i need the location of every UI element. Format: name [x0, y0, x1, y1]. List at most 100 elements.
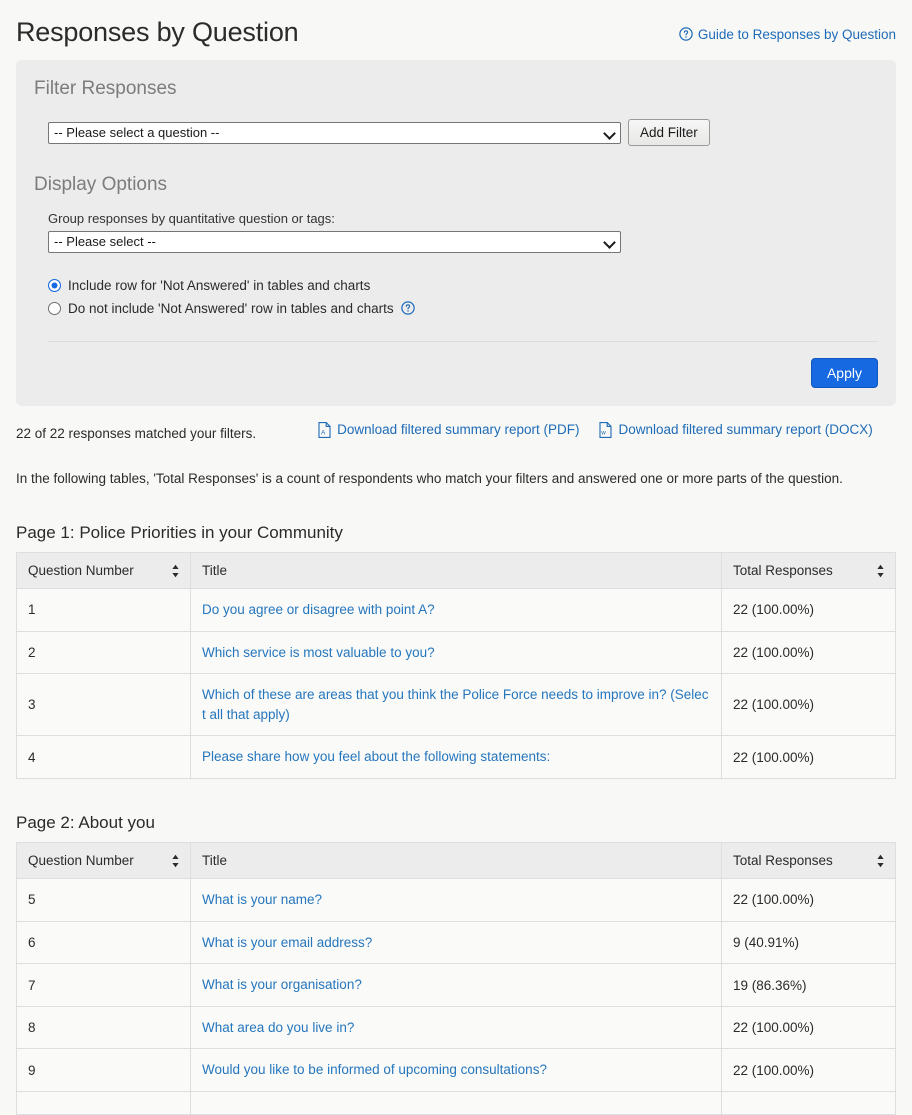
cell-total-responses: 22 (100.00%) [721, 630, 896, 675]
add-filter-button[interactable]: Add Filter [628, 119, 710, 147]
column-label: Total Responses [733, 853, 833, 869]
radio-include-not-answered[interactable] [48, 278, 61, 292]
filter-row: -- Please select a question -- Add Filte… [34, 119, 878, 147]
apply-button[interactable]: Apply [810, 357, 878, 388]
group-select[interactable]: -- Please select -- [48, 230, 621, 253]
column-label: Question Number [28, 853, 134, 869]
sort-icon [171, 854, 180, 868]
tables-note: In the following tables, 'Total Response… [16, 470, 843, 486]
table-row: 4 Please share how you feel about the fo… [16, 735, 896, 779]
cell-total-responses: 19 (86.36%) [721, 963, 896, 1007]
column-label: Title [202, 853, 228, 869]
pdf-file-icon: A [318, 422, 331, 438]
radio-option-exclude[interactable]: Do not include 'Not Answered' row in tab… [48, 298, 878, 319]
cell-question-number: 9 [16, 1048, 191, 1092]
column-header-question-number[interactable]: Question Number [16, 552, 191, 590]
not-answered-radio-group: Include row for 'Not Answered' in tables… [34, 275, 878, 319]
table-row: 7 What is your organisation? 19 (86.36%) [16, 963, 896, 1007]
cell-title: What area do you live in? [190, 1005, 722, 1050]
guide-link[interactable]: Guide to Responses by Question [679, 27, 896, 42]
table-row-partial [16, 1091, 896, 1115]
column-label: Question Number [28, 563, 134, 579]
sort-icon [876, 854, 885, 868]
cell-title: Would you like to be informed of upcomin… [190, 1048, 722, 1092]
download-pdf-label: Download filtered summary report (PDF) [337, 422, 580, 438]
question-link[interactable]: What is your name? [202, 892, 322, 907]
apply-row: Apply [34, 342, 878, 406]
group-select-wrapper: -- Please select -- [48, 230, 621, 253]
cell-empty [190, 1091, 722, 1115]
radio-exclude-label: Do not include 'Not Answered' row in tab… [68, 300, 394, 316]
cell-question-number: 8 [16, 1005, 191, 1050]
guide-link-label: Guide to Responses by Question [697, 26, 896, 42]
questions-table-page-2: Question Number Title Total Responses 5 … [16, 842, 896, 1115]
question-select[interactable]: -- Please select a question -- [48, 121, 621, 144]
cell-empty [16, 1091, 191, 1115]
column-label: Total Responses [733, 563, 833, 579]
help-circle-icon[interactable] [400, 301, 415, 316]
group-responses-label: Group responses by quantitative question… [48, 210, 335, 226]
column-header-question-number[interactable]: Question Number [16, 842, 191, 880]
section-title-page-2: Page 2: About you [16, 812, 155, 832]
cell-question-number: 7 [16, 963, 191, 1007]
svg-text:w: w [601, 431, 607, 437]
cell-title: What is your email address? [190, 920, 722, 965]
table-row: 6 What is your email address? 9 (40.91%) [16, 920, 896, 965]
svg-text:A: A [321, 430, 326, 437]
filter-responses-heading: Filter Responses [34, 78, 177, 100]
cell-question-number: 4 [16, 735, 191, 779]
sort-icon [171, 564, 180, 578]
cell-total-responses: 22 (100.00%) [721, 588, 896, 632]
column-header-total-responses[interactable]: Total Responses [721, 552, 896, 590]
table-row: 8 What area do you live in? 22 (100.00%) [16, 1005, 896, 1050]
cell-title: What is your name? [190, 878, 722, 922]
radio-option-include[interactable]: Include row for 'Not Answered' in tables… [48, 275, 878, 296]
radio-include-label: Include row for 'Not Answered' in tables… [68, 277, 371, 293]
table-header-row: Question Number Title Total Responses [16, 552, 896, 590]
download-docx-link[interactable]: w Download filtered summary report (DOCX… [599, 422, 873, 438]
cell-question-number: 6 [16, 920, 191, 965]
page-header: Responses by Question Guide to Responses… [16, 0, 896, 58]
cell-total-responses: 22 (100.00%) [721, 735, 896, 779]
question-select-wrapper: -- Please select a question -- [48, 121, 621, 144]
radio-exclude-not-answered[interactable] [48, 301, 61, 315]
section-title-page-1: Page 1: Police Priorities in your Commun… [16, 522, 343, 542]
column-header-title: Title [190, 842, 722, 880]
cell-title: What is your organisation? [190, 963, 722, 1007]
question-link[interactable]: What is your organisation? [202, 977, 362, 992]
question-link[interactable]: What is your email address? [202, 935, 372, 950]
cell-question-number: 3 [16, 673, 191, 737]
column-header-total-responses[interactable]: Total Responses [721, 842, 896, 880]
question-link[interactable]: Which service is most valuable to you? [202, 645, 435, 660]
page-container: Responses by Question Guide to Responses… [0, 0, 912, 1115]
cell-empty [721, 1091, 896, 1115]
column-label: Title [202, 563, 228, 579]
sort-icon [876, 564, 885, 578]
filter-responses-panel: Filter Responses -- Please select a ques… [16, 60, 896, 406]
table-row: 3 Which of these are areas that you thin… [16, 673, 896, 737]
cell-title: Which of these are areas that you think … [190, 673, 722, 737]
cell-question-number: 2 [16, 630, 191, 675]
table-row: 5 What is your name? 22 (100.00%) [16, 878, 896, 922]
group-select-row: -- Please select -- [34, 230, 878, 253]
question-link[interactable]: Which of these are areas that you think … [202, 687, 709, 722]
questions-table-page-1: Question Number Title Total Responses 1 … [16, 552, 896, 779]
table-header-row: Question Number Title Total Responses [16, 842, 896, 880]
cell-title: Do you agree or disagree with point A? [190, 588, 722, 632]
table-row: 2 Which service is most valuable to you?… [16, 630, 896, 675]
question-link[interactable]: Do you agree or disagree with point A? [202, 602, 435, 617]
cell-question-number: 1 [16, 588, 191, 632]
download-pdf-link[interactable]: A Download filtered summary report (PDF) [318, 422, 579, 438]
cell-total-responses: 9 (40.91%) [721, 920, 896, 965]
question-link[interactable]: What area do you live in? [202, 1020, 354, 1035]
table-row: 9 Would you like to be informed of upcom… [16, 1048, 896, 1092]
cell-total-responses: 22 (100.00%) [721, 1005, 896, 1050]
question-link[interactable]: Would you like to be informed of upcomin… [202, 1062, 547, 1077]
docx-file-icon: w [599, 422, 613, 438]
column-header-title: Title [190, 552, 722, 590]
page-title: Responses by Question [16, 17, 299, 47]
cell-title: Which service is most valuable to you? [190, 630, 722, 675]
results-meta-row: 22 of 22 responses matched your filters.… [16, 422, 896, 441]
question-link[interactable]: Please share how you feel about the foll… [202, 749, 550, 764]
cell-total-responses: 22 (100.00%) [721, 878, 896, 922]
